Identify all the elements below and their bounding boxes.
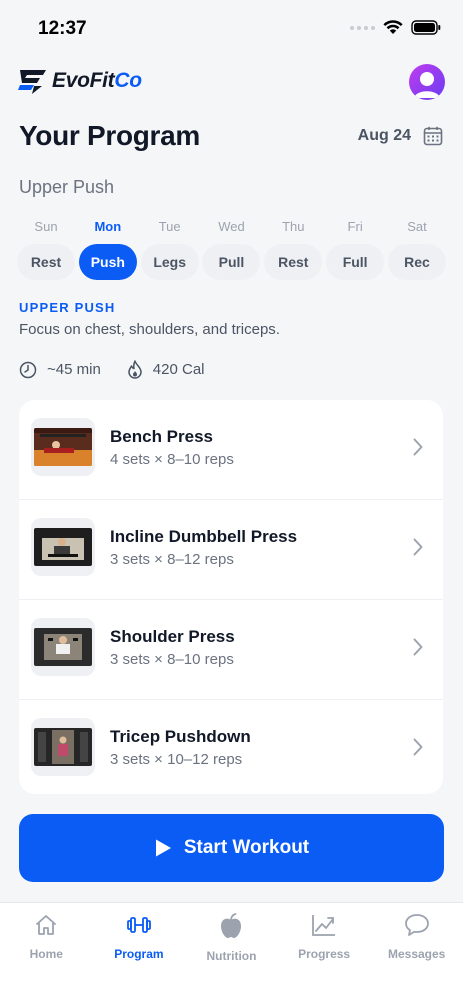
status-time: 12:37 — [38, 18, 87, 39]
day-workout-pill[interactable]: Legs — [140, 244, 199, 280]
exercise-sets: 4 sets × 8–10 reps — [110, 451, 234, 468]
date-selector[interactable]: Aug 24 — [358, 126, 443, 146]
duration-meta: ~45 min — [19, 361, 101, 379]
app-logo: EvoFitCo — [18, 68, 142, 94]
tab-label: Progress — [298, 947, 351, 961]
day-tue[interactable]: Tue Legs — [140, 218, 199, 280]
flame-icon — [128, 360, 142, 379]
day-sun[interactable]: Sun Rest — [17, 218, 75, 280]
start-workout-button[interactable]: Start Workout — [19, 814, 444, 882]
exercise-sets: 3 sets × 8–12 reps — [110, 551, 234, 568]
exercise-row[interactable]: Bench Press 4 sets × 8–10 reps — [19, 400, 443, 500]
date-label: Aug 24 — [357, 127, 411, 144]
day-name: Sun — [34, 219, 58, 234]
chevron-right-icon[interactable] — [413, 738, 423, 756]
calendar-icon[interactable] — [423, 126, 443, 146]
exercise-name: Bench Press — [110, 427, 213, 446]
day-selector: Sun Rest Mon Push Tue Legs Wed Pull Thu Rest Fri Fu… — [17, 218, 446, 280]
tab-program[interactable]: Program — [93, 903, 185, 1000]
day-name: Wed — [218, 219, 245, 234]
exercise-image — [34, 628, 92, 666]
apple-icon — [219, 913, 243, 944]
day-workout-pill[interactable]: Rec — [387, 244, 446, 280]
home-icon — [34, 913, 58, 942]
chevron-right-icon[interactable] — [413, 638, 423, 656]
exercise-thumbnail — [31, 718, 95, 776]
day-mon[interactable]: Mon Push — [78, 218, 137, 280]
day-name: Fri — [347, 219, 363, 234]
exercise-sets: 3 sets × 8–10 reps — [110, 651, 234, 668]
day-name: Mon — [94, 219, 122, 234]
duration-text: ~45 min — [47, 361, 101, 378]
exercise-row[interactable]: Shoulder Press 3 sets × 8–10 reps — [19, 600, 443, 700]
day-workout-pill[interactable]: Rest — [17, 244, 75, 280]
day-workout-pill[interactable]: Pull — [202, 244, 261, 280]
focus-title: UPPER PUSH — [19, 300, 116, 315]
exercise-image — [34, 728, 92, 766]
clock-icon — [19, 361, 37, 378]
calories-text: 420 Cal — [152, 361, 205, 378]
start-workout-label: Start Workout — [183, 837, 310, 858]
avatar[interactable] — [409, 64, 445, 100]
app-header: EvoFitCo — [18, 62, 445, 102]
day-name: Thu — [282, 219, 305, 234]
exercise-name: Tricep Pushdown — [110, 727, 251, 746]
tab-progress[interactable]: Progress — [278, 903, 370, 1000]
exercise-image — [34, 528, 92, 566]
signal-icon — [350, 25, 375, 30]
tab-messages[interactable]: Messages — [371, 903, 463, 1000]
exercise-sets: 3 sets × 10–12 reps — [110, 751, 243, 768]
tab-home[interactable]: Home — [0, 903, 92, 1000]
play-icon — [155, 839, 171, 857]
status-icons — [350, 20, 441, 35]
wifi-icon — [383, 20, 403, 34]
chevron-right-icon[interactable] — [413, 438, 423, 456]
day-workout-pill[interactable]: Full — [326, 244, 385, 280]
tab-label: Home — [29, 947, 63, 961]
tab-nutrition[interactable]: Nutrition — [185, 903, 277, 1000]
exercise-name: Incline Dumbbell Press — [110, 527, 298, 546]
exercise-thumbnail — [31, 418, 95, 476]
day-name: Tue — [158, 219, 181, 234]
tab-label: Program — [114, 947, 164, 961]
chevron-right-icon[interactable] — [413, 538, 423, 556]
exercise-name: Shoulder Press — [110, 627, 235, 646]
bottom-tab-bar: Home Program Nutrition Progress Messages — [0, 902, 463, 1000]
logo-mark-icon — [18, 70, 46, 94]
day-fri[interactable]: Fri Full — [326, 218, 385, 280]
exercise-thumbnail — [31, 618, 95, 676]
user-avatar-icon — [414, 72, 440, 98]
chart-icon — [311, 913, 337, 942]
exercise-thumbnail — [31, 518, 95, 576]
exercise-row[interactable]: Incline Dumbbell Press 3 sets × 8–12 reps — [19, 500, 443, 600]
day-workout-pill[interactable]: Push — [78, 244, 137, 280]
day-thu[interactable]: Thu Rest — [264, 218, 323, 280]
status-bar: 12:37 — [0, 0, 463, 56]
day-name: Sat — [407, 219, 427, 234]
tab-label: Nutrition — [206, 949, 257, 963]
focus-description: Focus on chest, shoulders, and triceps. — [19, 321, 280, 338]
day-wed[interactable]: Wed Pull — [202, 218, 261, 280]
day-workout-pill[interactable]: Rest — [264, 244, 323, 280]
program-name: Upper Push — [19, 177, 115, 197]
day-sat[interactable]: Sat Rec — [387, 218, 446, 280]
dumbbell-icon — [126, 913, 152, 942]
tab-label: Messages — [387, 947, 446, 961]
calories-meta: 420 Cal — [127, 360, 205, 379]
page-title: Your Program — [19, 120, 201, 151]
exercise-image — [34, 428, 92, 466]
exercise-list: Bench Press 4 sets × 8–10 reps Incline Dum… — [19, 400, 443, 794]
logo-text: EvoFitCo — [52, 69, 142, 92]
battery-icon — [411, 20, 441, 35]
chat-icon — [404, 913, 430, 942]
exercise-row[interactable]: Tricep Pushdown 3 sets × 10–12 reps — [19, 700, 443, 794]
workout-meta: ~45 min 420 Cal — [19, 360, 205, 379]
